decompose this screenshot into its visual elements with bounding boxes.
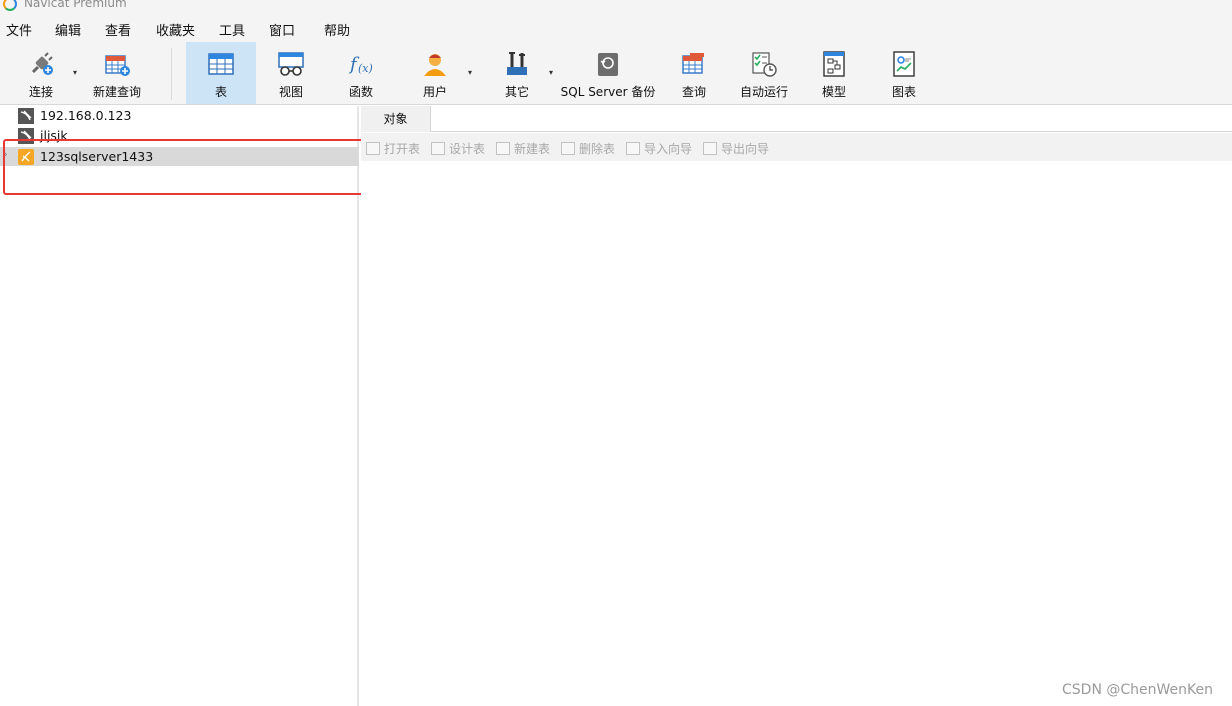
backup-icon [598,53,618,76]
import-wizard-button[interactable]: 导入向导 [626,140,692,156]
table-button[interactable]: 表 [186,42,256,104]
title-bar: Navicat Premium [0,0,1232,14]
automation-icon [752,52,777,77]
other-button[interactable]: 其它 [482,42,552,104]
chart-label: 图表 [891,85,916,99]
design-table-icon [431,142,445,155]
function-button[interactable]: f (x) 函数 [326,42,396,104]
import-wizard-icon [626,142,640,155]
tab-bar: 对象 [361,106,1232,132]
table-icon [208,53,234,75]
query-icon [682,53,704,74]
design-table-label: 设计表 [449,142,486,156]
connect-label: 连接 [28,85,53,99]
new-table-icon [496,142,510,155]
connection-item[interactable]: 192.168.0.123 [0,106,359,125]
other-label: 其它 [504,85,529,99]
menu-tools[interactable]: 工具 [219,20,245,39]
export-wizard-button[interactable]: 导出向导 [703,140,769,156]
delete-table-icon [561,142,575,155]
menu-bar: 文件 编辑 查看 收藏夹 工具 窗口 帮助 [0,14,1232,42]
menu-file[interactable]: 文件 [6,20,32,39]
connection-label: 192.168.0.123 [40,108,132,123]
model-label: 模型 [821,85,846,99]
function-icon: f (x) [348,54,373,75]
automation-label: 自动运行 [739,85,788,99]
table-label: 表 [214,85,227,99]
new-table-button[interactable]: 新建表 [496,140,550,156]
main-toolbar: 连接 ▾ 新建查询 表 视图 f (x) 函数 用户 ▾ 其它 ▾ SQL Se… [0,42,1232,105]
user-label: 用户 [422,85,447,99]
user-icon [424,54,446,76]
view-icon [278,52,304,76]
new-query-button[interactable]: 新建查询 [88,42,146,104]
new-query-label: 新建查询 [92,85,141,99]
watermark: CSDN @ChenWenKen [1062,682,1213,698]
menu-edit[interactable]: 编辑 [55,20,81,39]
object-toolbar: 打开表 设计表 新建表 删除表 导入向导 导出向导 [361,133,1232,161]
chart-button[interactable]: 图表 [870,42,938,104]
mysql-connection-icon [18,108,34,124]
svg-text:(x): (x) [358,62,373,75]
other-dropdown-icon[interactable]: ▾ [549,68,553,77]
model-button[interactable]: 模型 [800,42,868,104]
export-wizard-icon [703,142,717,155]
tools-icon [507,52,527,75]
connect-button[interactable]: 连接 [16,42,66,104]
open-table-label: 打开表 [384,142,421,156]
navicat-logo-icon [3,0,17,11]
highlight-annotation-box [3,139,383,195]
view-label: 视图 [278,85,303,99]
user-button[interactable]: 用户 [400,42,470,104]
query-label: 查询 [681,85,706,99]
model-icon [823,51,845,77]
delete-table-label: 删除表 [579,142,616,156]
menu-favorites[interactable]: 收藏夹 [156,20,195,39]
object-pane: 对象 打开表 设计表 新建表 删除表 导入向导 导出向导 [361,106,1232,706]
design-table-button[interactable]: 设计表 [431,140,485,156]
function-label: 函数 [348,85,373,99]
query-button[interactable]: 查询 [660,42,728,104]
open-table-button[interactable]: 打开表 [366,140,420,156]
tab-objects[interactable]: 对象 [361,106,431,132]
menu-help[interactable]: 帮助 [324,20,350,39]
menu-window[interactable]: 窗口 [269,20,295,39]
delete-table-button[interactable]: 删除表 [561,140,615,156]
chart-icon [893,51,915,77]
connection-tree: 192.168.0.123 jljsjk › 123sqlserver1433 [0,106,359,706]
automation-button[interactable]: 自动运行 [730,42,798,104]
view-button[interactable]: 视图 [256,42,326,104]
import-wizard-label: 导入向导 [644,142,693,156]
connect-dropdown-icon[interactable]: ▾ [73,68,77,77]
plug-icon [31,52,53,75]
open-table-icon [366,142,380,155]
sql-server-backup-label: SQL Server 备份 [560,85,656,99]
new-table-label: 新建表 [514,142,551,156]
window-title: Navicat Premium [24,0,127,10]
menu-view[interactable]: 查看 [105,20,131,39]
new-query-icon [105,55,130,76]
export-wizard-label: 导出向导 [721,142,770,156]
sql-server-backup-button[interactable]: SQL Server 备份 [560,42,656,104]
user-dropdown-icon[interactable]: ▾ [468,68,472,77]
toolbar-divider [171,48,172,100]
